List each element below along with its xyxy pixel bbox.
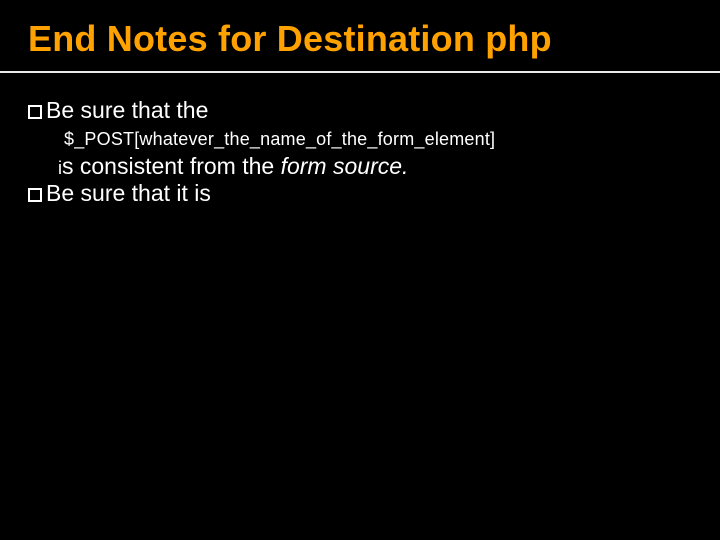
cont-text: s consistent from the bbox=[62, 153, 281, 179]
square-bullet-icon bbox=[28, 105, 42, 119]
bullet-1-continuation: is consistent from the form source. bbox=[28, 153, 692, 181]
bullet-1-code: $_POST[whatever_the_name_of_the_form_ele… bbox=[28, 129, 692, 151]
slide-title: End Notes for Destination php bbox=[28, 18, 692, 71]
slide-body: Be sure that the $_POST[whatever_the_nam… bbox=[28, 73, 692, 207]
bullet-1-lead: Be sure that the bbox=[46, 97, 208, 123]
bullet-1: Be sure that the bbox=[28, 97, 692, 125]
slide: End Notes for Destination php Be sure th… bbox=[0, 0, 720, 540]
bullet-2-text: Be sure that it is bbox=[46, 180, 211, 206]
bullet-2: Be sure that it is bbox=[28, 180, 692, 208]
cont-italic: form source. bbox=[281, 153, 409, 179]
square-bullet-icon bbox=[28, 188, 42, 202]
